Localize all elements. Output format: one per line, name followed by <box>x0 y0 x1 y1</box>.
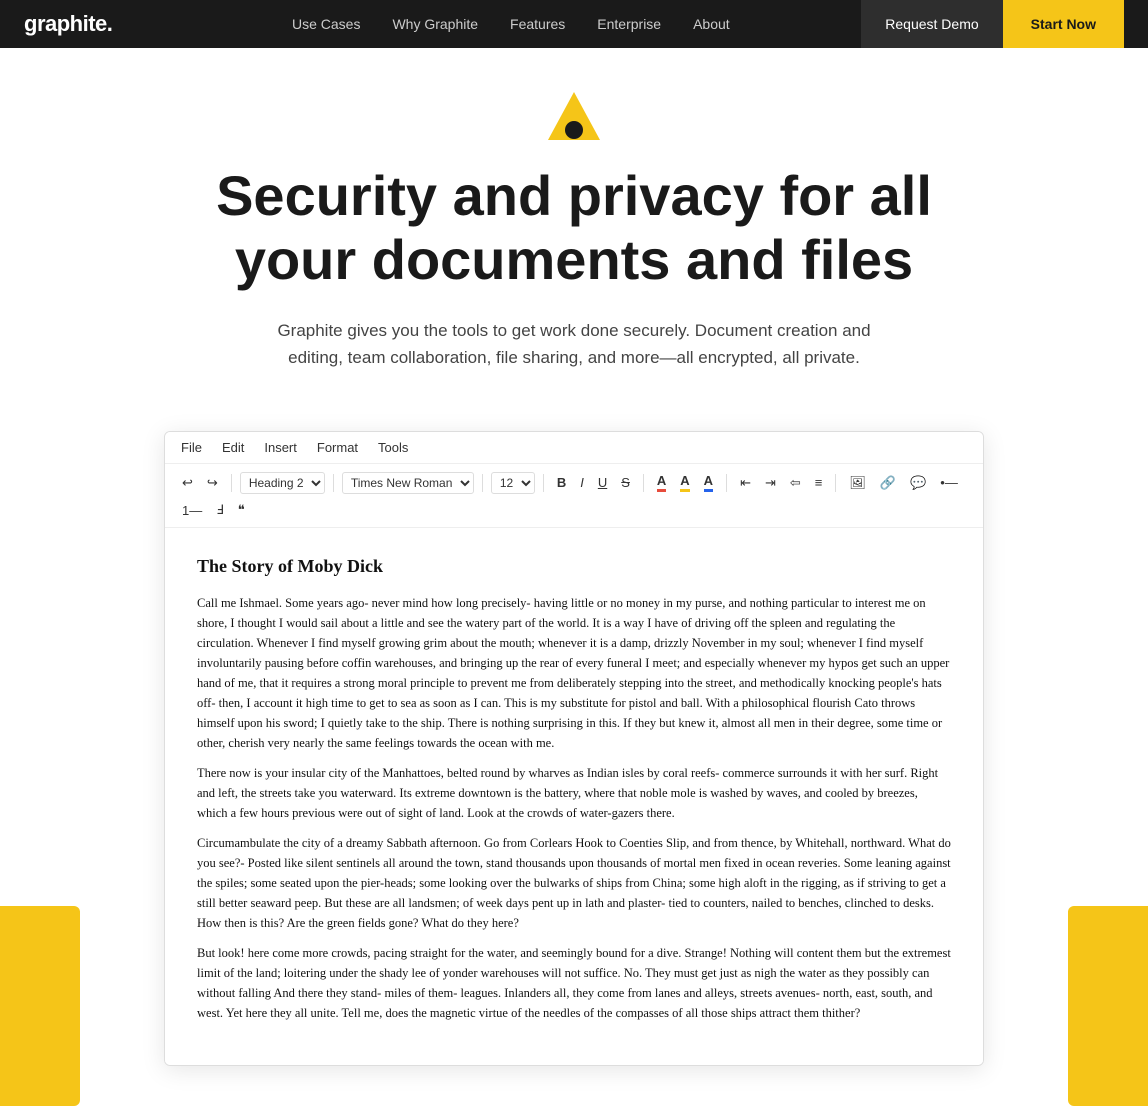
highlight-icon: A <box>680 473 689 492</box>
link-underline-button[interactable]: A <box>699 470 718 495</box>
paragraph-2: There now is your insular city of the Ma… <box>197 763 951 823</box>
size-select[interactable]: 12 <box>491 472 535 494</box>
nav-links: Use Cases Why Graphite Features Enterpri… <box>160 16 861 32</box>
navbar: graphite. Use Cases Why Graphite Feature… <box>0 0 1148 48</box>
undo-button[interactable]: ↩ <box>177 472 198 494</box>
align-center-button[interactable]: ⇥ <box>760 472 781 494</box>
divider-4 <box>543 474 544 492</box>
bullet-list-button[interactable]: •— <box>935 472 963 493</box>
start-now-button[interactable]: Start Now <box>1003 0 1124 48</box>
heading-select[interactable]: Heading 2 <box>240 472 325 494</box>
nav-actions: Request Demo Start Now <box>861 0 1124 48</box>
nav-why-graphite[interactable]: Why Graphite <box>392 16 478 32</box>
logo[interactable]: graphite. <box>24 11 112 37</box>
align-justify-button[interactable]: ≡ <box>810 472 828 493</box>
numbered-list-button[interactable]: 1— <box>177 500 207 521</box>
paragraph-3: Circumambulate the city of a dreamy Sabb… <box>197 833 951 933</box>
menu-format[interactable]: Format <box>317 440 358 455</box>
highlight-button[interactable]: A <box>675 470 694 495</box>
divider-1 <box>231 474 232 492</box>
bold-button[interactable]: B <box>552 472 571 493</box>
nav-use-cases[interactable]: Use Cases <box>292 16 360 32</box>
underline-button[interactable]: U <box>593 472 612 493</box>
hero-title: Security and privacy for all your docume… <box>164 164 984 293</box>
paragraph-4: But look! here come more crowds, pacing … <box>197 943 951 1023</box>
nav-enterprise[interactable]: Enterprise <box>597 16 661 32</box>
strikethrough2-button[interactable]: Ⅎ <box>211 499 228 521</box>
editor-window: File Edit Insert Format Tools ↩ ↪ Headin… <box>164 431 984 1066</box>
hero-section: Security and privacy for all your docume… <box>0 48 1148 431</box>
quote-button[interactable]: ❝ <box>233 499 250 521</box>
editor-body[interactable]: The Story of Moby Dick Call me Ishmael. … <box>165 528 983 1065</box>
strikethrough-button[interactable]: S <box>616 472 635 493</box>
gold-accent-right <box>1068 906 1148 1106</box>
italic-button[interactable]: I <box>575 472 589 493</box>
divider-5 <box>643 474 644 492</box>
editor-section: File Edit Insert Format Tools ↩ ↪ Headin… <box>0 431 1148 1106</box>
menu-tools[interactable]: Tools <box>378 440 408 455</box>
menu-edit[interactable]: Edit <box>222 440 244 455</box>
divider-6 <box>726 474 727 492</box>
comment-button[interactable]: 💬 <box>905 472 931 494</box>
triangle-icon <box>544 88 604 148</box>
image-button[interactable]: 🖼 <box>844 472 871 494</box>
nav-about[interactable]: About <box>693 16 730 32</box>
align-left-button[interactable]: ⇤ <box>735 472 756 494</box>
gold-accent-left <box>0 906 80 1106</box>
paragraph-1: Call me Ishmael. Some years ago- never m… <box>197 593 951 753</box>
font-select[interactable]: Times New Roman <box>342 472 474 494</box>
redo-button[interactable]: ↪ <box>202 472 223 494</box>
hero-subtitle: Graphite gives you the tools to get work… <box>264 317 884 371</box>
font-color-button[interactable]: A <box>652 470 671 495</box>
document-title: The Story of Moby Dick <box>197 552 951 581</box>
nav-features[interactable]: Features <box>510 16 565 32</box>
menu-insert[interactable]: Insert <box>264 440 297 455</box>
align-right-button[interactable]: ⇦ <box>785 472 806 494</box>
link-underline-icon: A <box>704 473 713 492</box>
link-button[interactable]: 🔗 <box>875 472 901 494</box>
hero-icon <box>544 88 604 148</box>
divider-2 <box>333 474 334 492</box>
editor-menubar: File Edit Insert Format Tools <box>165 432 983 464</box>
editor-toolbar: ↩ ↪ Heading 2 Times New Roman 12 B I U S… <box>165 464 983 528</box>
divider-3 <box>482 474 483 492</box>
divider-7 <box>835 474 836 492</box>
menu-file[interactable]: File <box>181 440 202 455</box>
font-color-icon: A <box>657 473 666 492</box>
request-demo-button[interactable]: Request Demo <box>861 0 1002 48</box>
